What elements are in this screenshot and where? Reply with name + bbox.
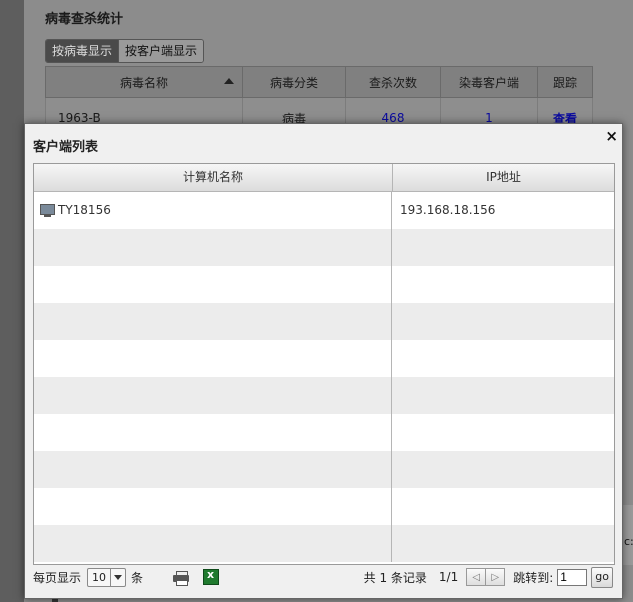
empty-row <box>34 414 614 451</box>
page-title: 病毒查杀统计 <box>45 12 124 27</box>
jump-page-input[interactable] <box>557 568 588 586</box>
computer-name: TY18156 <box>58 203 111 217</box>
column-header-track: 跟踪 <box>537 66 593 98</box>
prev-page-button[interactable]: ◁ <box>466 568 487 586</box>
per-page-value: 10 <box>92 570 107 584</box>
empty-row <box>34 451 614 488</box>
empty-row <box>34 303 614 340</box>
page-indicator: 1/1 <box>438 570 459 584</box>
page-nav: ◁ ▷ <box>466 568 506 586</box>
excel-export-icon[interactable] <box>203 568 220 585</box>
next-page-button[interactable]: ▷ <box>486 568 506 586</box>
chevron-down-icon[interactable] <box>110 568 125 586</box>
total-records: 共 1 条记录 <box>363 570 427 585</box>
table-row[interactable]: TY18156 193.168.18.156 <box>34 192 614 229</box>
sort-up-icon[interactable] <box>224 78 234 84</box>
column-header-category[interactable]: 病毒分类 <box>242 66 346 98</box>
go-button[interactable]: go <box>591 566 613 588</box>
background-side-text: c: <box>624 535 633 548</box>
view-tabs: 按病毒显示 按客户端显示 <box>45 39 205 63</box>
empty-row <box>34 488 614 525</box>
per-page-select[interactable]: 10 <box>87 567 127 587</box>
per-page-label: 每页显示 <box>33 570 82 585</box>
column-header-computer-name[interactable]: 计算机名称 <box>34 164 393 191</box>
tab-by-client[interactable]: 按客户端显示 <box>118 40 204 62</box>
column-header-virus-name[interactable]: 病毒名称 <box>45 66 243 98</box>
column-header-kills[interactable]: 查杀次数 <box>345 66 441 98</box>
empty-row <box>34 229 614 266</box>
close-icon[interactable]: × <box>605 128 618 144</box>
tab-by-virus[interactable]: 按病毒显示 <box>46 40 119 62</box>
grid-header: 计算机名称 IP地址 <box>34 164 614 192</box>
empty-row <box>34 377 614 414</box>
empty-row <box>34 266 614 303</box>
empty-row <box>34 525 614 562</box>
dialog-title: 客户端列表 <box>33 140 99 155</box>
ip-cell: 193.168.18.156 <box>400 203 496 217</box>
column-header-ip[interactable]: IP地址 <box>393 164 614 191</box>
per-page-unit: 条 <box>131 570 144 585</box>
pagination-bar: 每页显示 10 条 共 1 条记录 1/1 ◁ ▷ 跳转到: go <box>33 563 613 591</box>
client-grid: 计算机名称 IP地址 TY18156 193.168.18.156 <box>33 163 615 565</box>
empty-row <box>34 340 614 377</box>
printer-icon[interactable] <box>173 570 190 586</box>
jump-label: 跳转到: <box>513 570 554 585</box>
client-list-dialog: 客户端列表 × 计算机名称 IP地址 TY18156 193.168.18.15… <box>24 123 623 599</box>
computer-icon <box>40 204 55 217</box>
column-header-infected-clients[interactable]: 染毒客户端 <box>440 66 538 98</box>
background-left-strip <box>0 0 24 602</box>
computer-name-cell: TY18156 <box>34 192 392 229</box>
